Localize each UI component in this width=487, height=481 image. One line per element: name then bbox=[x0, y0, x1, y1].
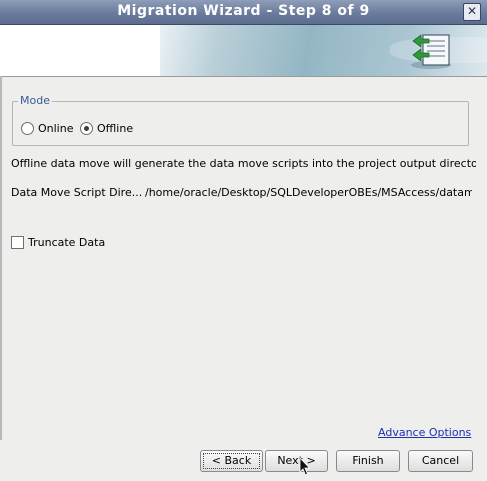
finish-button[interactable]: Finish bbox=[336, 450, 400, 472]
online-radio-label[interactable]: Online bbox=[38, 122, 73, 135]
script-directory-label: Data Move Script Dire... bbox=[11, 186, 143, 199]
script-directory-value: /home/oracle/Desktop/SQLDeveloperOBEs/MS… bbox=[145, 186, 472, 199]
mouse-cursor-icon bbox=[299, 457, 311, 476]
offline-radio[interactable] bbox=[80, 122, 93, 135]
offline-radio-label[interactable]: Offline bbox=[97, 122, 133, 135]
advance-options-link[interactable]: Advance Options bbox=[378, 426, 471, 439]
close-icon[interactable]: ✕ bbox=[463, 3, 481, 21]
window-title: Migration Wizard - Step 8 of 9 bbox=[117, 3, 370, 19]
truncate-data-label[interactable]: Truncate Data bbox=[28, 236, 105, 249]
database-migration-icon bbox=[411, 34, 451, 69]
panel-edge bbox=[0, 76, 2, 440]
cancel-button[interactable]: Cancel bbox=[408, 450, 473, 472]
next-button[interactable]: Next > bbox=[265, 450, 328, 472]
mode-group: Mode Online Offline bbox=[12, 94, 469, 146]
offline-info-text: Offline data move will generate the data… bbox=[11, 157, 476, 170]
title-bar: Migration Wizard - Step 8 of 9 ✕ bbox=[0, 0, 487, 25]
back-button[interactable]: < Back bbox=[200, 450, 263, 472]
wizard-banner bbox=[0, 25, 487, 77]
online-radio[interactable] bbox=[21, 122, 34, 135]
mode-legend: Mode bbox=[18, 94, 52, 107]
truncate-data-checkbox[interactable] bbox=[11, 236, 24, 249]
